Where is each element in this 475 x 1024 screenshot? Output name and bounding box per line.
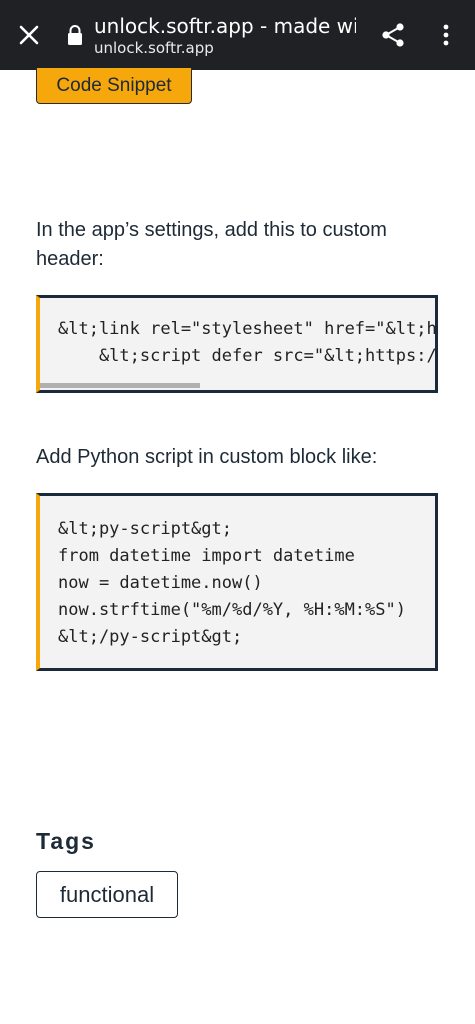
code-line: &lt;/py-script&gt; bbox=[58, 627, 243, 647]
page-title[interactable]: unlock.softr.app - made wit... bbox=[94, 14, 356, 38]
lock-icon bbox=[68, 25, 82, 45]
code-line: &lt;script defer src="&lt;https:/ bbox=[58, 346, 437, 366]
code-line: &lt;link rel="stylesheet" href="&lt;h bbox=[58, 319, 437, 339]
close-button[interactable] bbox=[12, 18, 46, 52]
more-options-button[interactable] bbox=[432, 18, 460, 52]
share-button[interactable] bbox=[376, 18, 410, 52]
close-icon bbox=[19, 25, 39, 45]
header-code-block[interactable]: &lt;link rel="stylesheet" href="&lt;h &l… bbox=[36, 295, 438, 393]
python-code-block[interactable]: &lt;py-script&gt; from datetime import d… bbox=[36, 493, 438, 671]
code-line: &lt;py-script&gt; bbox=[58, 519, 232, 539]
share-icon bbox=[382, 23, 404, 47]
header-instruction-text: In the app’s settings, add this to custo… bbox=[36, 219, 387, 270]
code-line: from datetime import datetime bbox=[58, 546, 355, 566]
block-instruction-text: Add Python script in custom block like: bbox=[36, 446, 378, 468]
code-snippet-button[interactable]: Code Snippet bbox=[36, 68, 192, 104]
tags-heading: Tags bbox=[36, 828, 96, 854]
page-domain[interactable]: unlock.softr.app bbox=[94, 39, 214, 57]
code-line: now.strftime("%m/%d/%Y, %H:%M:%S") bbox=[58, 600, 406, 620]
more-vert-icon bbox=[443, 24, 449, 46]
tag-functional[interactable]: functional bbox=[36, 871, 178, 918]
browser-toolbar: unlock.softr.app - made wit... unlock.so… bbox=[0, 0, 475, 70]
horizontal-scrollbar[interactable] bbox=[40, 383, 200, 388]
code-line: now = datetime.now() bbox=[58, 573, 263, 593]
